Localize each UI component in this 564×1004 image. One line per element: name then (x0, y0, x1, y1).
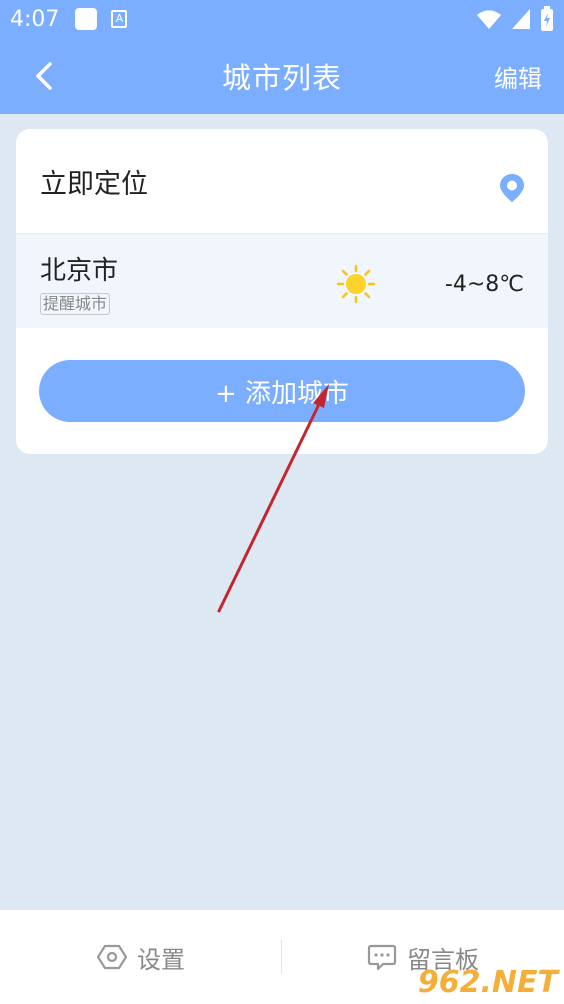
city-name: 北京市 (40, 256, 119, 286)
back-button[interactable] (28, 56, 68, 96)
chevron-left-icon (36, 62, 52, 90)
battery-icon (541, 6, 553, 31)
locate-now-row[interactable]: 立即定位 (16, 129, 548, 233)
status-time: 4:07 (10, 6, 60, 32)
temperature-range: -4~8℃ (444, 272, 524, 297)
tab-settings[interactable]: 设置 (0, 910, 282, 1004)
bottom-tab-bar: 设置 留言板 962.NET (0, 910, 564, 1004)
nav-bar: 城市列表 编辑 (0, 38, 564, 114)
status-bar: 4:07 A (0, 0, 564, 38)
notification-square-icon (75, 8, 98, 30)
city-list-card: 立即定位 北京市 提醒城市 -4~8℃ + 添加城市 (16, 129, 548, 454)
gear-hexagon-icon (97, 944, 127, 970)
status-icons (476, 6, 554, 32)
city-row-beijing[interactable]: 北京市 提醒城市 -4~8℃ (16, 233, 548, 328)
add-city-button[interactable]: + 添加城市 (39, 360, 525, 422)
locate-label: 立即定位 (40, 168, 148, 200)
sun-icon (336, 264, 376, 304)
edit-button[interactable]: 编辑 (494, 59, 542, 94)
reminder-city-badge: 提醒城市 (40, 293, 111, 315)
tab-settings-label: 设置 (137, 945, 185, 974)
page-title: 城市列表 (221, 61, 342, 95)
watermark-logo: 962.NET (417, 965, 558, 1000)
chat-bubble-icon (367, 944, 397, 971)
signal-icon (512, 9, 530, 29)
wifi-icon (477, 10, 501, 29)
a-icon: A (111, 10, 128, 28)
header: 4:07 A 城市列表 编辑 (0, 0, 564, 114)
location-pin-icon[interactable] (498, 173, 526, 203)
